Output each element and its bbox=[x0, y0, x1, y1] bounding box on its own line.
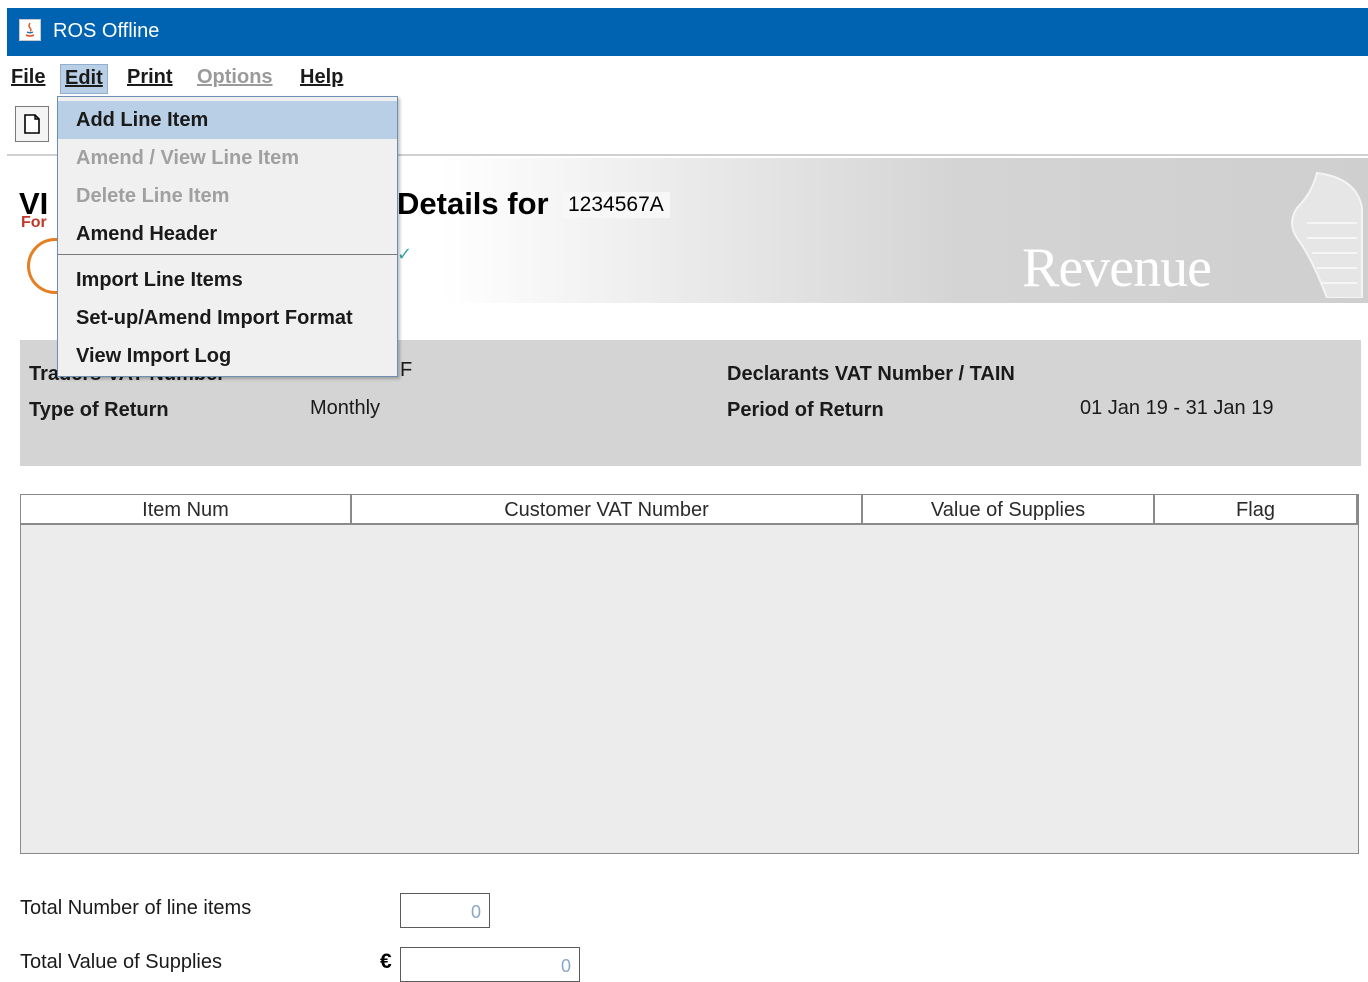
form-label: For bbox=[21, 214, 47, 231]
tick-icon: ✓ bbox=[397, 244, 413, 264]
table-header: Item Num Customer VAT Number Value of Su… bbox=[21, 495, 1358, 525]
menu-file[interactable]: File bbox=[7, 64, 49, 94]
declarants-vat-label: Declarants VAT Number / TAIN bbox=[727, 363, 1015, 385]
vat-number: 1234567A bbox=[562, 192, 670, 218]
menu-item-setup-import-format[interactable]: Set-up/Amend Import Format bbox=[58, 299, 397, 337]
menu-item-amend-header[interactable]: Amend Header bbox=[58, 215, 397, 253]
column-header-flag[interactable]: Flag bbox=[1155, 495, 1358, 523]
traders-vat-value: F bbox=[400, 359, 413, 381]
page-title-details: Details for bbox=[397, 186, 549, 221]
menu-bar: File Edit Print Options Help bbox=[7, 56, 1368, 96]
menu-options[interactable]: Options bbox=[193, 64, 277, 94]
column-header-customer-vat[interactable]: Customer VAT Number bbox=[352, 495, 863, 523]
total-line-items-field[interactable]: 0 bbox=[400, 893, 490, 928]
title-bar: ROS Offline bbox=[7, 8, 1368, 56]
menu-item-delete-line-item[interactable]: Delete Line Item bbox=[58, 177, 397, 215]
new-document-button[interactable] bbox=[15, 106, 49, 142]
type-of-return-value: Monthly bbox=[310, 397, 381, 419]
window-title: ROS Offline bbox=[53, 20, 160, 42]
new-document-icon bbox=[24, 114, 40, 134]
revenue-logo: Revenue bbox=[1022, 237, 1212, 299]
edit-menu-dropdown: Add Line Item Amend / View Line Item Del… bbox=[57, 96, 398, 377]
menu-item-amend-view-line-item[interactable]: Amend / View Line Item bbox=[58, 139, 397, 177]
total-line-items-label: Total Number of line items bbox=[20, 897, 252, 919]
revenue-harp-icon bbox=[1291, 171, 1363, 298]
line-items-table[interactable]: Item Num Customer VAT Number Value of Su… bbox=[20, 494, 1359, 854]
java-app-icon bbox=[19, 19, 41, 41]
menu-print[interactable]: Print bbox=[123, 64, 177, 94]
menu-help[interactable]: Help bbox=[296, 64, 347, 94]
column-header-value-of-supplies[interactable]: Value of Supplies bbox=[863, 495, 1155, 523]
menu-item-import-line-items[interactable]: Import Line Items bbox=[58, 261, 397, 299]
total-value-field[interactable]: 0 bbox=[400, 947, 580, 982]
period-of-return-value: 01 Jan 19 - 31 Jan 19 bbox=[1080, 397, 1274, 419]
menu-item-view-import-log[interactable]: View Import Log bbox=[58, 337, 397, 375]
column-header-item-num[interactable]: Item Num bbox=[21, 495, 352, 523]
menu-edit[interactable]: Edit bbox=[60, 64, 108, 94]
menu-separator bbox=[58, 254, 397, 255]
currency-symbol: € bbox=[380, 950, 392, 973]
period-of-return-label: Period of Return bbox=[727, 399, 884, 421]
menu-item-add-line-item[interactable]: Add Line Item bbox=[58, 101, 397, 139]
type-of-return-label: Type of Return bbox=[29, 399, 169, 421]
total-value-label: Total Value of Supplies bbox=[20, 951, 222, 973]
